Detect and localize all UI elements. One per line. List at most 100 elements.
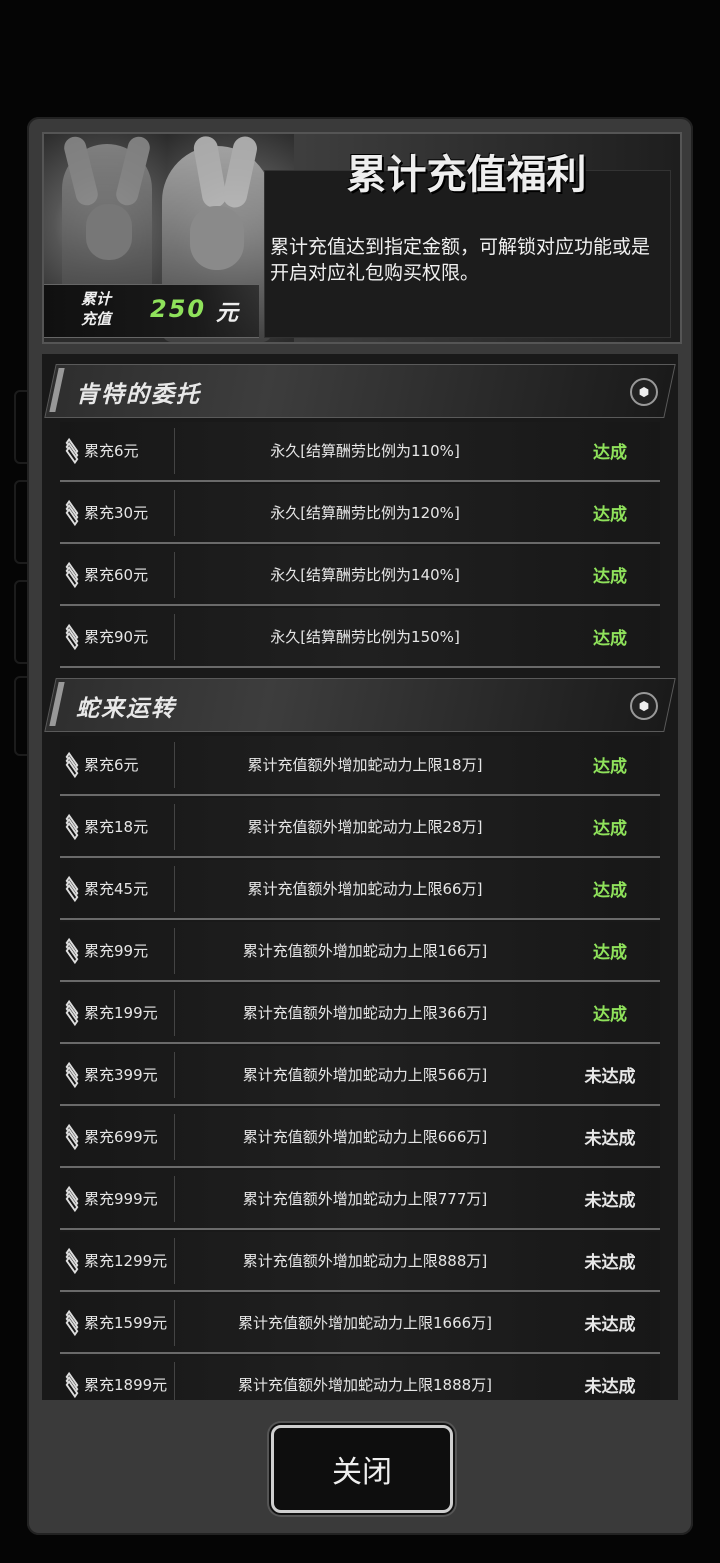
reward-text: 累计充值额外增加蛇动力上限1888万] [237, 1376, 493, 1394]
layers-icon [64, 623, 80, 650]
condition: 累充1899元 [64, 1371, 168, 1398]
layers-icon [64, 437, 80, 464]
condition-label: 累充45元 [84, 880, 149, 898]
condition-label: 累充90元 [84, 628, 149, 646]
condition: 累充399元 [64, 1061, 158, 1088]
accumulated-unit: 元 [216, 301, 239, 326]
close-button[interactable]: 关闭 [271, 1425, 453, 1513]
condition-label: 累充1899元 [84, 1376, 168, 1394]
status-label: 达成 [593, 881, 627, 901]
condition: 累充45元 [64, 875, 149, 902]
condition-label: 累充6元 [84, 442, 139, 460]
condition: 累充1299元 [64, 1247, 168, 1274]
reward-text: 永久[结算酬劳比例为150%] [270, 628, 460, 646]
reward-text: 累计充值额外增加蛇动力上限888万] [242, 1252, 488, 1270]
condition: 累充199元 [64, 999, 158, 1026]
reward-text: 累计充值额外增加蛇动力上限66万] [247, 880, 483, 898]
reward-text: 累计充值额外增加蛇动力上限366万] [242, 1004, 488, 1022]
layers-icon [64, 1061, 80, 1088]
layers-icon [64, 1309, 80, 1336]
layers-icon [64, 1123, 80, 1150]
info-hex-icon[interactable]: ⬢ [630, 378, 658, 406]
layers-icon [64, 1247, 80, 1274]
reward-text: 累计充值额外增加蛇动力上限1666万] [237, 1314, 493, 1332]
status-label: 达成 [593, 757, 627, 777]
layers-icon [64, 937, 80, 964]
divider [174, 614, 175, 660]
character-face [86, 204, 132, 260]
benefit-row: 累充399元 累计充值额外增加蛇动力上限566万] 未达成 [60, 1046, 660, 1106]
condition: 累充999元 [64, 1185, 158, 1212]
divider [174, 990, 175, 1036]
benefit-row: 累充30元 永久[结算酬劳比例为120%] 达成 [60, 484, 660, 544]
divider [174, 428, 175, 474]
reward-text: 累计充值额外增加蛇动力上限666万] [242, 1128, 488, 1146]
reward-text: 累计充值额外增加蛇动力上限566万] [242, 1066, 488, 1084]
divider [174, 928, 175, 974]
character-face [190, 206, 244, 270]
hex-dot-icon: ⬢ [638, 699, 650, 713]
accumulated-label: 累计 充值 [56, 289, 136, 329]
divider [174, 1176, 175, 1222]
condition: 累充6元 [64, 751, 139, 778]
status-label: 达成 [593, 943, 627, 963]
benefit-row: 累充1299元 累计充值额外增加蛇动力上限888万] 未达成 [60, 1232, 660, 1292]
divider [174, 1052, 175, 1098]
divider [174, 742, 175, 788]
status-label: 达成 [593, 443, 627, 463]
info-hex-icon[interactable]: ⬢ [630, 692, 658, 720]
status-label: 达成 [593, 819, 627, 839]
section-title: 蛇来运转 [76, 696, 176, 722]
page-title: 累计充值福利 [346, 152, 587, 198]
hex-dot-icon: ⬢ [638, 385, 650, 399]
reward-text: 永久[结算酬劳比例为110%] [270, 442, 460, 460]
status-label: 未达成 [584, 1191, 636, 1211]
benefit-row: 累充45元 累计充值额外增加蛇动力上限66万] 达成 [60, 860, 660, 920]
layers-icon [64, 875, 80, 902]
section-header: 蛇来运转 ⬢ [44, 678, 676, 732]
divider [174, 490, 175, 536]
divider [174, 804, 175, 850]
divider [174, 1238, 175, 1284]
divider [174, 1300, 175, 1346]
condition-label: 累充699元 [84, 1128, 158, 1146]
status-label: 达成 [593, 567, 627, 587]
accumulated-amount: 250 [150, 295, 207, 323]
divider [174, 552, 175, 598]
layers-icon [64, 561, 80, 588]
layers-icon [64, 1185, 80, 1212]
condition: 累充6元 [64, 437, 139, 464]
condition-label: 累充18元 [84, 818, 149, 836]
condition: 累充699元 [64, 1123, 158, 1150]
layers-icon [64, 1371, 80, 1398]
status-label: 未达成 [584, 1377, 636, 1397]
modal-header: 累计充值福利 累计充值达到指定金额，可解锁对应功能或是开启对应礼包购买权限。 累… [42, 132, 682, 344]
accumulated-label-line1: 累计 [80, 290, 111, 308]
reward-text: 累计充值额外增加蛇动力上限18万] [247, 756, 483, 774]
section-title: 肯特的委托 [76, 382, 201, 408]
benefits-list[interactable]: 肯特的委托 ⬢ 累充6元 永久[结算酬劳比例为110%] 达成 累充30元 永久[结算酬劳比… [42, 354, 678, 1400]
reward-text: 永久[结算酬劳比例为140%] [270, 566, 460, 584]
status-label: 未达成 [584, 1129, 636, 1149]
benefit-row: 累充90元 永久[结算酬劳比例为150%] 达成 [60, 608, 660, 668]
benefit-row: 累充60元 永久[结算酬劳比例为140%] 达成 [60, 546, 660, 606]
condition-label: 累充1299元 [84, 1252, 168, 1270]
condition-label: 累充1599元 [84, 1314, 168, 1332]
condition-label: 累充60元 [84, 566, 149, 584]
benefit-row: 累充99元 累计充值额外增加蛇动力上限166万] 达成 [60, 922, 660, 982]
condition: 累充60元 [64, 561, 149, 588]
benefit-row: 累充18元 累计充值额外增加蛇动力上限28万] 达成 [60, 798, 660, 858]
status-label: 未达成 [584, 1067, 636, 1087]
status-label: 达成 [593, 629, 627, 649]
description-text: 累计充值达到指定金额，可解锁对应功能或是开启对应礼包购买权限。 [270, 236, 651, 284]
condition: 累充90元 [64, 623, 149, 650]
benefit-row: 累充1599元 累计充值额外增加蛇动力上限1666万] 未达成 [60, 1294, 660, 1354]
section-header: 肯特的委托 ⬢ [44, 364, 676, 418]
benefit-row: 累充999元 累计充值额外增加蛇动力上限777万] 未达成 [60, 1170, 660, 1230]
benefit-row: 累充199元 累计充值额外增加蛇动力上限366万] 达成 [60, 984, 660, 1044]
status-label: 达成 [593, 505, 627, 525]
condition-label: 累充199元 [84, 1004, 158, 1022]
recharge-benefits-modal: 累计充值福利 累计充值达到指定金额，可解锁对应功能或是开启对应礼包购买权限。 累… [27, 117, 693, 1535]
condition-label: 累充999元 [84, 1190, 158, 1208]
accumulated-label-line2: 充值 [80, 310, 111, 328]
